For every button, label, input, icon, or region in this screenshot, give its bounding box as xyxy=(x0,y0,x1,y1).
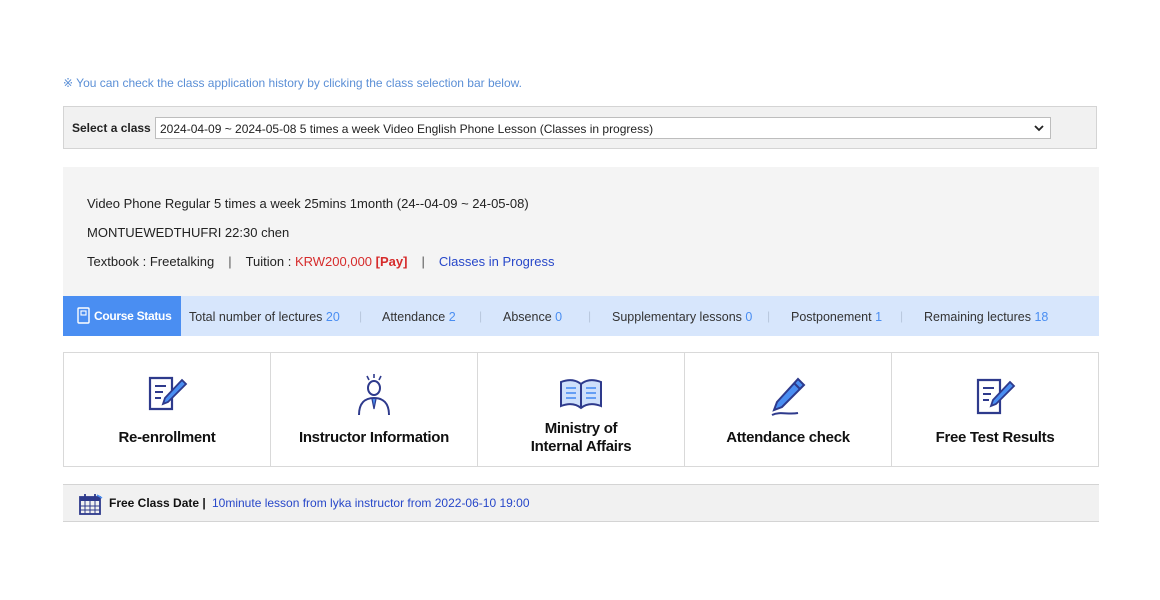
ministry-label-line1: Ministry of xyxy=(544,420,618,437)
document-edit-icon xyxy=(148,376,188,411)
stat-postponement: Postponement 1 xyxy=(791,310,883,324)
course-info-panel: Video Phone Regular 5 times a week 25min… xyxy=(63,167,1099,297)
instructor-information-tile[interactable]: Instructor Information xyxy=(271,353,478,466)
attendance-check-label: Attendance check xyxy=(726,429,850,446)
stat-supplementary: Supplementary lessons 0 xyxy=(612,310,753,324)
free-class-date-label: Free Class Date | xyxy=(109,496,206,510)
notebook-icon xyxy=(77,307,90,324)
test-document-icon xyxy=(976,378,1016,415)
notice-text: ※ You can check the class application hi… xyxy=(63,76,522,90)
ministry-label-line2: Internal Affairs xyxy=(530,438,632,455)
open-book-icon xyxy=(560,379,602,410)
instructor-icon xyxy=(358,374,390,416)
stat-remaining: Remaining lectures 18 xyxy=(924,310,1049,324)
free-class-detail-link[interactable]: 10minute lesson from lyka instructor fro… xyxy=(212,496,530,510)
chevron-down-icon xyxy=(1034,125,1044,132)
course-status-bar: Course Status Total number of lectures 2… xyxy=(63,296,1099,336)
re-enrollment-tile[interactable]: Re-enrollment xyxy=(64,353,271,466)
stat-total-lectures: Total number of lectures 20 xyxy=(189,310,340,324)
ministry-of-internal-affairs-tile[interactable]: Ministry of Internal Affairs xyxy=(478,353,685,466)
free-class-bar: Free Class Date | 10minute lesson from l… xyxy=(63,484,1099,522)
classes-in-progress-link[interactable]: Classes in Progress xyxy=(439,254,555,269)
class-select-bar: Select a class 2024-04-09 ~ 2024-05-08 5… xyxy=(63,106,1097,149)
stat-separator: | xyxy=(479,309,483,323)
pay-button[interactable]: [Pay] xyxy=(376,254,408,269)
re-enrollment-label: Re-enrollment xyxy=(118,429,216,446)
calendar-icon xyxy=(79,494,103,515)
course-title: Video Phone Regular 5 times a week 25min… xyxy=(87,196,529,211)
free-test-results-label: Free Test Results xyxy=(935,429,1055,446)
attendance-check-tile[interactable]: Attendance check xyxy=(685,353,892,466)
course-status-badge: Course Status xyxy=(63,296,181,336)
tuition-label: Tuition : xyxy=(245,254,295,269)
pen-icon xyxy=(771,377,806,416)
select-class-label: Select a class xyxy=(72,121,151,135)
stat-separator: | xyxy=(900,309,904,323)
stat-separator: | xyxy=(588,309,592,323)
instructor-information-label: Instructor Information xyxy=(298,429,450,446)
stat-separator: | xyxy=(767,309,771,323)
course-schedule: MONTUEWEDTHUFRI 22:30 chen xyxy=(87,225,290,240)
separator: | xyxy=(228,254,232,269)
stat-separator: | xyxy=(359,309,363,323)
class-select-dropdown[interactable]: 2024-04-09 ~ 2024-05-08 5 times a week V… xyxy=(155,117,1051,139)
free-test-results-tile[interactable]: Free Test Results xyxy=(892,353,1098,466)
course-details-line: Textbook : Freetalking | Tuition : KRW200,… xyxy=(87,254,554,269)
tuition-amount: KRW200,000 xyxy=(294,254,373,269)
class-select-value: 2024-04-09 ~ 2024-05-08 5 times a week V… xyxy=(160,122,654,136)
textbook-info: Textbook : Freetalking xyxy=(87,254,215,269)
menu-tiles: Re-enrollment Instructor Information Min… xyxy=(63,352,1099,467)
stat-absence: Absence 0 xyxy=(503,310,563,324)
stat-attendance: Attendance 2 xyxy=(382,310,456,324)
separator: | xyxy=(421,254,425,269)
course-status-label: Course Status xyxy=(94,309,172,323)
